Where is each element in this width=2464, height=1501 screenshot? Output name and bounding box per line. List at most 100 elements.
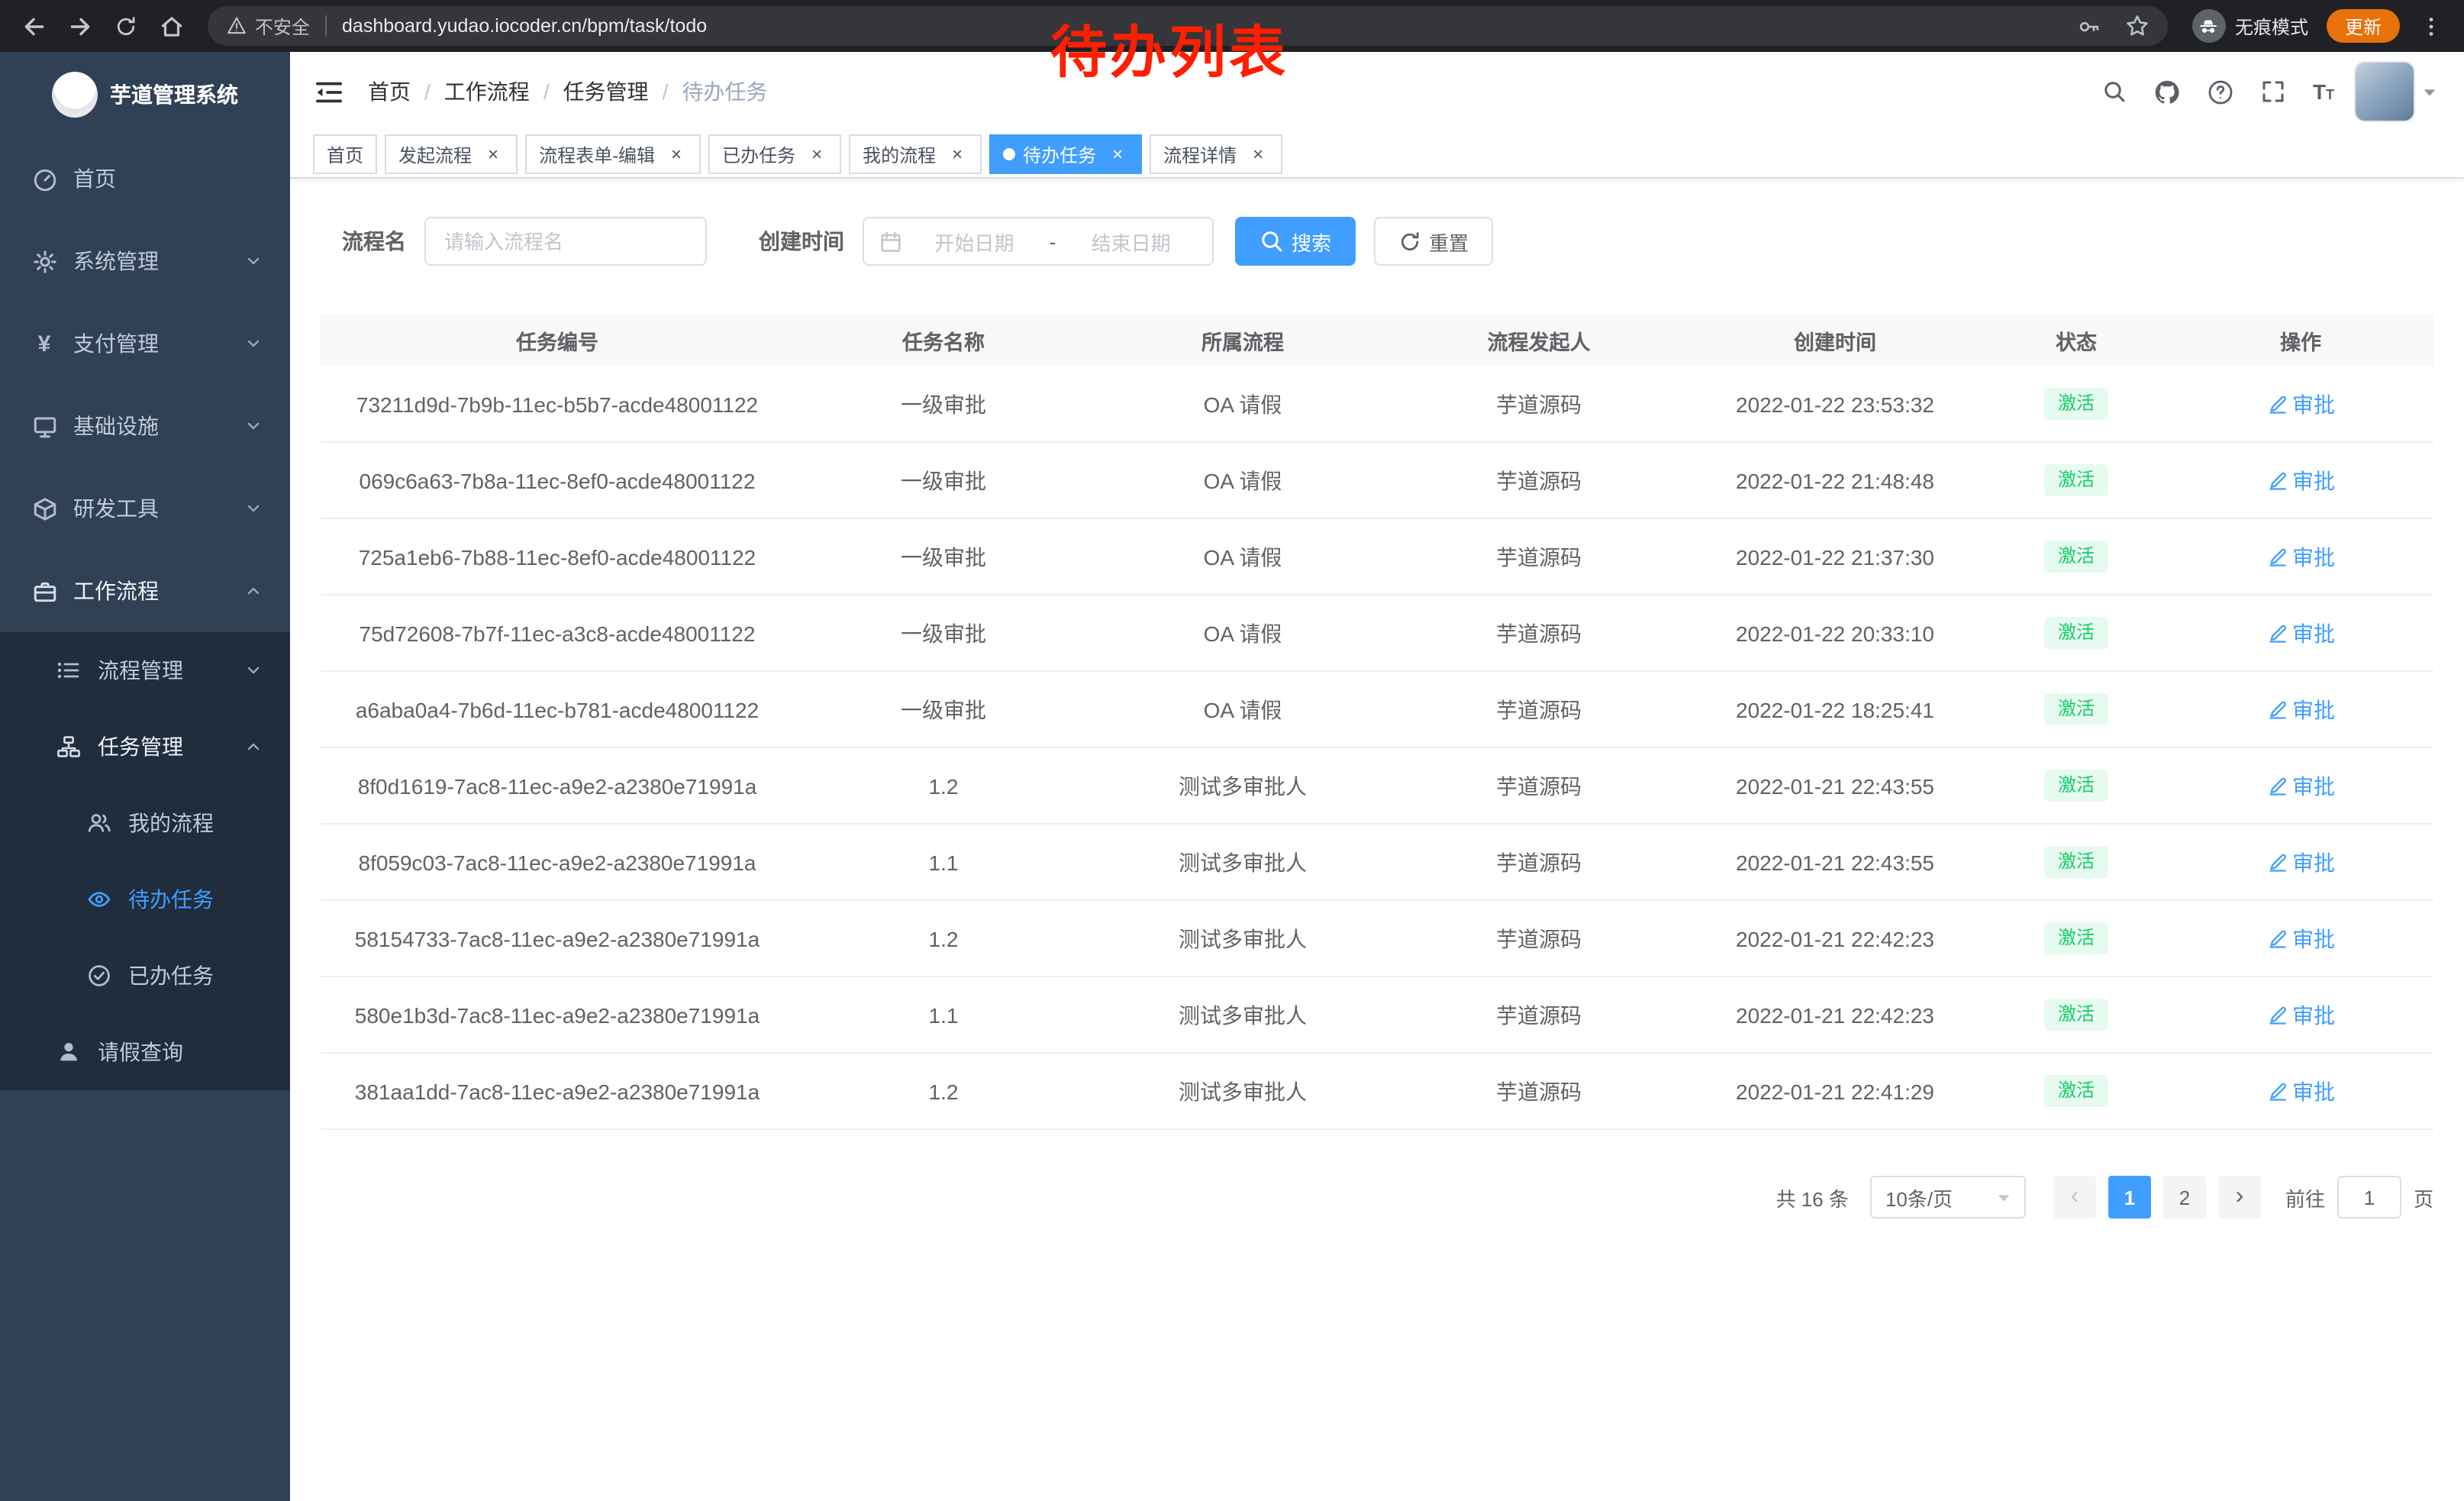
approve-link[interactable]: 审批 (2266, 541, 2335, 572)
address-url: dashboard.yudao.iocoder.cn/bpm/task/todo (342, 15, 707, 37)
task-name-cell: 1.1 (794, 850, 1093, 874)
approve-link[interactable]: 审批 (2266, 1076, 2335, 1106)
users-icon (85, 811, 113, 835)
pagination-total: 共 16 条 (1776, 1183, 1849, 1212)
task-id-cell: 725a1eb6-7b88-11ec-8ef0-acde48001122 (321, 544, 794, 569)
status-badge: 激活 (2044, 922, 2108, 954)
created-time-cell: 2022-01-21 22:42:23 (1685, 926, 1985, 951)
action-cell: 审批 (2168, 618, 2433, 648)
status-cell: 激活 (1985, 617, 2168, 649)
sidebar-item-workflow[interactable]: 工作流程 (0, 550, 290, 632)
app-logo-row[interactable]: 芋道管理系统 (0, 52, 290, 137)
sidebar-item-dev-tools[interactable]: 研发工具 (0, 467, 290, 550)
tab-home[interactable]: 首页 (313, 134, 377, 174)
sidebar-item-infrastructure[interactable]: 基础设施 (0, 385, 290, 467)
fullscreen-icon[interactable] (2261, 79, 2285, 104)
breadcrumb-item[interactable]: 任务管理 (563, 76, 649, 107)
tab-todo-tasks[interactable]: 待办任务× (989, 134, 1142, 174)
bookmark-star-icon[interactable] (2125, 14, 2150, 38)
approve-link[interactable]: 审批 (2266, 923, 2335, 954)
sidebar-item-process-management[interactable]: 流程管理 (0, 632, 290, 709)
edit-icon (2266, 851, 2288, 873)
breadcrumb-item[interactable]: 工作流程 (444, 76, 530, 107)
help-icon[interactable] (2208, 79, 2233, 105)
created-time-cell: 2022-01-22 23:53:32 (1685, 392, 1985, 416)
approve-link[interactable]: 审批 (2266, 618, 2335, 648)
create-time-label: 创建时间 (759, 226, 844, 257)
search-button[interactable]: 搜索 (1235, 217, 1356, 266)
task-id-cell: 069c6a63-7b8a-11ec-8ef0-acde48001122 (321, 468, 794, 492)
goto-page-input[interactable] (2337, 1176, 2401, 1219)
sidebar-item-done-tasks[interactable]: 已办任务 (0, 938, 290, 1014)
edit-icon (2266, 1080, 2288, 1102)
process-cell: OA 请假 (1093, 618, 1392, 648)
sidebar-item-todo-tasks[interactable]: 待办任务 (0, 861, 290, 938)
sidebar-item-payment-management[interactable]: ¥支付管理 (0, 302, 290, 385)
browser-kebab-menu-icon[interactable] (2409, 5, 2452, 47)
page-size-select[interactable]: 10条/页 (1870, 1176, 2026, 1219)
prev-page-button[interactable]: ‹ (2053, 1176, 2096, 1219)
date-range-picker[interactable]: 开始日期 - 结束日期 (863, 217, 1214, 266)
page-button-1[interactable]: 1 (2108, 1176, 2151, 1219)
approve-link[interactable]: 审批 (2266, 465, 2335, 495)
task-name-cell: 1.1 (794, 1002, 1093, 1027)
browser-home-icon[interactable] (150, 5, 192, 47)
close-tab-icon[interactable]: × (947, 144, 968, 165)
close-tab-icon[interactable]: × (1247, 144, 1269, 165)
approve-link[interactable]: 审批 (2266, 389, 2335, 419)
action-cell: 审批 (2168, 541, 2433, 572)
close-tab-icon[interactable]: × (806, 144, 827, 165)
reset-button[interactable]: 重置 (1374, 217, 1493, 266)
action-cell: 审批 (2168, 465, 2433, 495)
sidebar-item-my-processes[interactable]: 我的流程 (0, 785, 290, 861)
action-cell: 审批 (2168, 847, 2433, 877)
security-label: 不安全 (255, 13, 310, 39)
process-cell: 测试多审批人 (1093, 847, 1392, 877)
created-time-cell: 2022-01-22 21:48:48 (1685, 468, 1985, 492)
browser-back-icon[interactable] (12, 5, 55, 47)
sidebar-collapse-icon[interactable] (314, 79, 343, 105)
incognito-label: 无痕模式 (2235, 13, 2308, 39)
process-cell: OA 请假 (1093, 541, 1392, 572)
browser-refresh-icon[interactable] (104, 5, 147, 47)
initiator-cell: 芋道源码 (1392, 694, 1685, 725)
browser-forward-icon[interactable] (58, 5, 101, 47)
status-cell: 激活 (1985, 464, 2168, 496)
initiator-cell: 芋道源码 (1392, 465, 1685, 495)
sidebar-item-task-management[interactable]: 任务管理 (0, 709, 290, 785)
status-cell: 激活 (1985, 846, 2168, 878)
sidebar-item-system-management[interactable]: 系统管理 (0, 220, 290, 302)
chevron-up-icon (244, 582, 263, 600)
range-separator: - (1047, 230, 1059, 253)
tab-my-processes[interactable]: 我的流程× (849, 134, 982, 174)
action-cell: 审批 (2168, 1076, 2433, 1106)
search-icon[interactable] (2102, 79, 2127, 104)
approve-link[interactable]: 审批 (2266, 770, 2335, 801)
close-tab-icon[interactable]: × (1107, 144, 1128, 165)
page-button-2[interactable]: 2 (2163, 1176, 2206, 1219)
github-icon[interactable] (2154, 79, 2180, 105)
tab-done-tasks[interactable]: 已办任务× (708, 134, 841, 174)
browser-update-button[interactable]: 更新 (2327, 9, 2400, 43)
task-id-cell: 75d72608-7b7f-11ec-a3c8-acde48001122 (321, 621, 794, 645)
breadcrumb-item[interactable]: 首页 (368, 76, 411, 107)
tab-initiate-process[interactable]: 发起流程× (385, 134, 518, 174)
chevron-down-icon (244, 334, 263, 353)
close-tab-icon[interactable]: × (666, 144, 687, 165)
tab-process-form-edit[interactable]: 流程表单-编辑× (525, 134, 701, 174)
process-name-label: 流程名 (342, 226, 406, 257)
breadcrumb-separator: / (663, 79, 669, 104)
table-row: 8f0d1619-7ac8-11ec-a9e2-a2380e71991a1.2测… (321, 748, 2433, 825)
process-name-input[interactable] (424, 217, 707, 266)
user-avatar-menu[interactable] (2356, 63, 2437, 121)
password-key-icon[interactable] (2078, 15, 2101, 37)
tab-process-detail[interactable]: 流程详情× (1150, 134, 1282, 174)
font-size-icon[interactable]: TT (2313, 81, 2334, 102)
sidebar-item-home[interactable]: 首页 (0, 137, 290, 220)
next-page-button[interactable]: › (2218, 1176, 2261, 1219)
approve-link[interactable]: 审批 (2266, 694, 2335, 725)
approve-link[interactable]: 审批 (2266, 999, 2335, 1030)
sidebar-item-leave-query[interactable]: 请假查询 (0, 1014, 290, 1090)
close-tab-icon[interactable]: × (482, 144, 504, 165)
approve-link[interactable]: 审批 (2266, 847, 2335, 877)
